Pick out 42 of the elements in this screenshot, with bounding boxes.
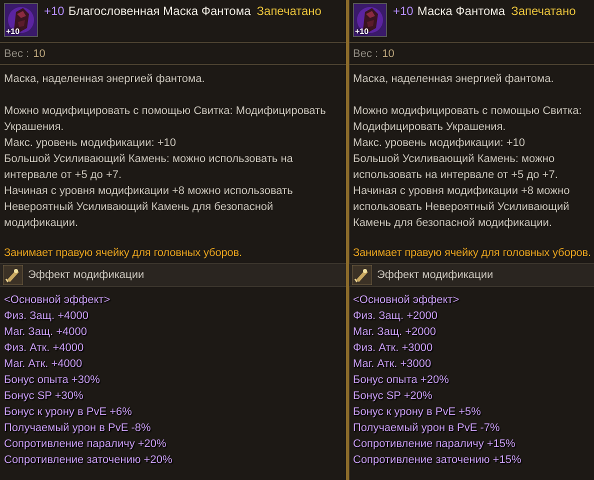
effect-line: Получаемый урон в PvE -8% bbox=[4, 421, 152, 436]
effect-line: Бонус к урону в PvE +5% bbox=[353, 405, 482, 420]
effect-line: Сопротивление заточению +20% bbox=[4, 453, 174, 468]
weight-label: Вес : bbox=[353, 48, 378, 60]
item-icon: +10 bbox=[4, 3, 38, 37]
effect-line: Сопротивление параличу +20% bbox=[4, 437, 168, 452]
effect-line: Получаемый урон в PvE -7% bbox=[353, 421, 501, 436]
item-icon: +10 bbox=[353, 3, 387, 37]
effect-line: Маг. Защ. +4000 bbox=[4, 325, 88, 340]
enchant-level: +10 bbox=[393, 4, 414, 18]
effect-line: <Основной эффект> bbox=[4, 293, 112, 308]
weight-value: 10 bbox=[382, 48, 394, 60]
effect-line: Бонус опыта +30% bbox=[4, 373, 101, 388]
effect-line: Бонус к урону в PvE +6% bbox=[4, 405, 133, 420]
effect-line: Бонус SP +30% bbox=[4, 389, 84, 404]
effect-line: Физ. Защ. +4000 bbox=[4, 309, 90, 324]
item-name: Маска Фантома bbox=[417, 4, 506, 18]
effect-line: Физ. Защ. +2000 bbox=[353, 309, 438, 324]
effect-line: Сопротивление параличу +15% bbox=[353, 437, 516, 452]
description-paragraph: Маска, наделенная энергией фантома. bbox=[353, 72, 555, 87]
section-title: Эффект модификации bbox=[28, 269, 144, 281]
effect-line: Бонус опыта +20% bbox=[353, 373, 450, 388]
effect-line: Сопротивление заточению +15% bbox=[353, 453, 522, 468]
enchant-level: +10 bbox=[44, 4, 64, 18]
effect-line: <Основной эффект> bbox=[353, 293, 460, 308]
effect-line: Маг. Атк. +4000 bbox=[4, 357, 84, 372]
description-paragraph: Можно модифицировать с помощью Свитка: Модифицировать Украшения. Макс. уровень модификации: +10 Большой Усиливающий Камень: можно использовать на интервале от +5 до +7. Начиная с уровня модификации +8 можно использовать Невероятный Усиливающий Камень для безопасной модификации. bbox=[4, 104, 327, 231]
effect-line: Бонус SP +20% bbox=[353, 389, 434, 404]
slot-note: Занимает правую ячейку для головных уборов. bbox=[352, 246, 592, 261]
effect-line: Физ. Атк. +4000 bbox=[4, 341, 85, 356]
section-title: Эффект модификации bbox=[377, 269, 494, 281]
effect-line: Маг. Защ. +2000 bbox=[353, 325, 438, 340]
description-paragraph: Можно модифицировать с помощью Свитка: Модифицировать Украшения. Макс. уровень модификации: +10 Большой Усиливающий Камень: можно использовать на интервале от +5 до +7. Начиная с уровня модификации +8 можно использовать Невероятный Усиливающий Камень для безопасной модификации. bbox=[353, 104, 583, 231]
sealed-status: Запечатано bbox=[511, 4, 576, 18]
effect-line: Маг. Атк. +3000 bbox=[353, 357, 432, 372]
effect-line: Физ. Атк. +3000 bbox=[353, 341, 434, 356]
weight-label: Вес : bbox=[4, 48, 30, 60]
description-paragraph: Маска, наделенная энергией фантома. bbox=[4, 72, 206, 87]
item-name: Благословенная Маска Фантома bbox=[68, 4, 251, 18]
sealed-status: Запечатано bbox=[256, 4, 322, 18]
weight-value: 10 bbox=[33, 48, 46, 60]
slot-note: Занимает правую ячейку для головных уборов. bbox=[3, 246, 243, 261]
